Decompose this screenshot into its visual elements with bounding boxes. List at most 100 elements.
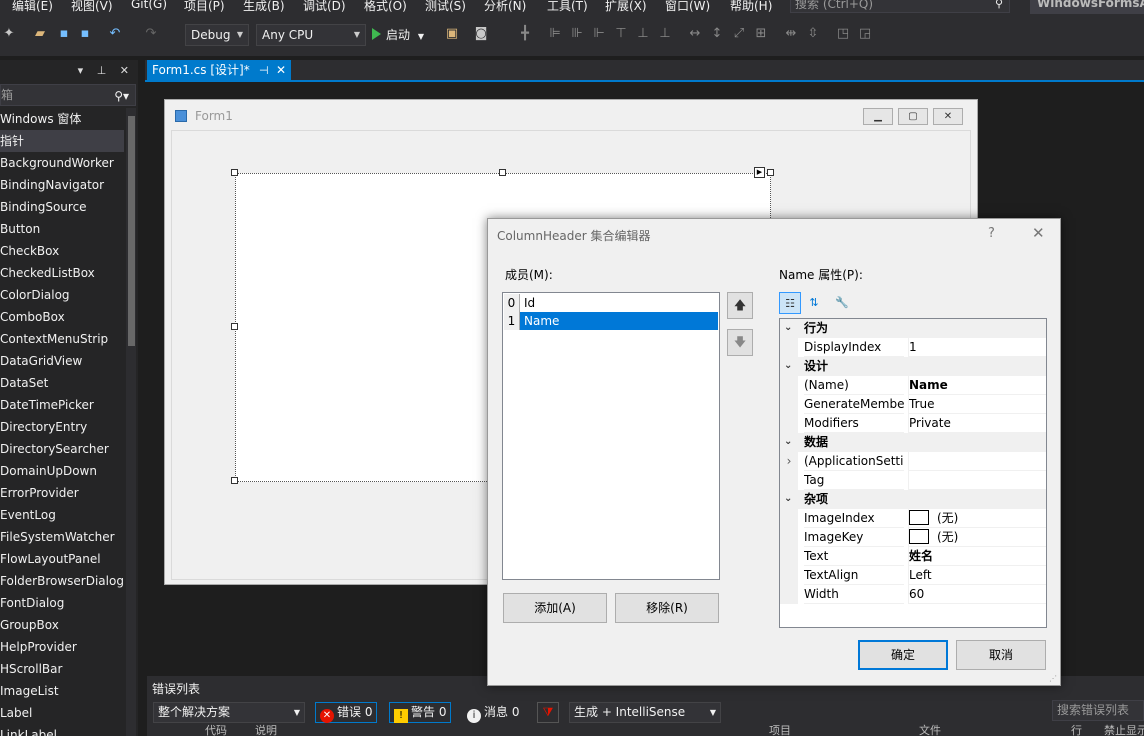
column-header[interactable]: 禁止显示状态 — [1104, 722, 1144, 736]
column-header[interactable]: 代码 — [205, 722, 227, 736]
save-all-icon[interactable]: ▪ — [76, 25, 94, 43]
property-row[interactable]: ImageKey (无) — [780, 528, 1046, 547]
toolbox-item[interactable]: CheckBox — [0, 240, 124, 262]
menu-analyze[interactable]: 分析(N) — [484, 0, 526, 14]
ok-button[interactable]: 确定 — [858, 640, 948, 670]
dialog-close-button[interactable]: ✕ — [1032, 224, 1045, 242]
toolbox-item[interactable]: FileSystemWatcher — [0, 526, 124, 548]
property-value[interactable]: (无) — [908, 528, 1046, 547]
error-search-input[interactable]: 搜索错误列表 — [1052, 700, 1144, 721]
toolbox-item[interactable]: DirectoryEntry — [0, 416, 124, 438]
toolbox-item[interactable]: FolderBrowserDialog — [0, 570, 124, 592]
redo-icon[interactable]: ↷ — [142, 25, 160, 43]
align-bottom-icon[interactable]: ⊥ — [656, 25, 674, 43]
save-icon[interactable]: ▪ — [55, 25, 73, 43]
same-height-icon[interactable]: ↕ — [708, 25, 726, 43]
toolbox-item[interactable]: FontDialog — [0, 592, 124, 614]
menu-edit[interactable]: 编辑(E) — [12, 0, 53, 14]
resize-handle[interactable] — [231, 323, 238, 330]
toolbox-item[interactable]: BackgroundWorker — [0, 152, 124, 174]
column-header[interactable]: 文件 — [919, 722, 941, 736]
toolbox-item[interactable]: HScrollBar — [0, 658, 124, 680]
toolbox-item[interactable]: DateTimePicker — [0, 394, 124, 416]
menu-help[interactable]: 帮助(H) — [730, 0, 772, 14]
property-row[interactable]: Text 姓名 — [780, 547, 1046, 566]
toolbox-item[interactable]: ErrorProvider — [0, 482, 124, 504]
menu-project[interactable]: 项目(P) — [184, 0, 225, 14]
toolbox-item[interactable]: DirectorySearcher — [0, 438, 124, 460]
browse-icon[interactable]: ▣ — [443, 25, 461, 43]
toolbox-item[interactable]: CheckedListBox — [0, 262, 124, 284]
property-row[interactable]: (Name) Name — [780, 376, 1046, 395]
property-value[interactable]: Name — [908, 376, 1046, 395]
build-filter-select[interactable]: 生成 + IntelliSense ▼ — [569, 702, 721, 723]
property-row[interactable]: ImageIndex (无) — [780, 509, 1046, 528]
list-item[interactable]: 1 Name — [504, 312, 718, 330]
property-category[interactable]: ⌄ 设计 — [780, 357, 1046, 376]
categorized-icon[interactable]: ☷ — [779, 292, 801, 314]
toolbox-item[interactable]: BindingSource — [0, 196, 124, 218]
property-row[interactable]: › (ApplicationSettings) — [780, 452, 1046, 471]
cancel-button[interactable]: 取消 — [956, 640, 1046, 670]
toolbox-category[interactable]: Windows 窗体 — [0, 108, 124, 130]
property-row[interactable]: Width 60 — [780, 585, 1046, 604]
list-item[interactable]: 0 Id — [504, 294, 718, 312]
errors-filter-button[interactable]: ✕ 错误 0 — [315, 702, 378, 723]
bring-front-icon[interactable]: ◳ — [834, 25, 852, 43]
property-value[interactable]: 60 — [908, 585, 1046, 604]
toolbox-item[interactable]: DataGridView — [0, 350, 124, 372]
alphabetical-icon[interactable]: ⇅ — [803, 292, 825, 314]
align-left-icon[interactable]: ⊫ — [546, 25, 564, 43]
menu-build[interactable]: 生成(B) — [243, 0, 285, 14]
toolbox-item[interactable]: Label — [0, 702, 124, 724]
toolbox-item[interactable]: DataSet — [0, 372, 124, 394]
resize-handle[interactable] — [231, 477, 238, 484]
align-middle-icon[interactable]: ⊥ — [634, 25, 652, 43]
resize-handle[interactable] — [499, 169, 506, 176]
quick-search-input[interactable]: 搜索 (Ctrl+Q) ⚲ — [790, 0, 1010, 13]
smart-tag-icon[interactable]: ▶ — [754, 167, 765, 178]
menu-view[interactable]: 视图(V) — [71, 0, 113, 14]
chevron-down-icon[interactable]: ⌄ — [784, 490, 796, 508]
start-button[interactable]: 启动 ▼ — [372, 26, 424, 43]
column-header[interactable]: 行 — [1071, 722, 1082, 736]
resize-handle[interactable] — [767, 169, 774, 176]
members-list[interactable]: 0 Id 1 Name — [502, 292, 720, 580]
property-row[interactable]: Modifiers Private — [780, 414, 1046, 433]
toolbox-item[interactable]: ContextMenuStrip — [0, 328, 124, 350]
resize-handle[interactable] — [231, 169, 238, 176]
view-icon[interactable]: ◙ — [472, 25, 490, 43]
property-value[interactable] — [908, 452, 1046, 471]
menu-debug[interactable]: 调试(D) — [303, 0, 346, 14]
menu-git[interactable]: Git(G) — [131, 0, 167, 11]
menu-tools[interactable]: 工具(T) — [547, 0, 588, 14]
property-value[interactable] — [908, 471, 1046, 490]
same-size-icon[interactable]: ⤢ — [730, 25, 748, 43]
menu-window[interactable]: 窗口(W) — [665, 0, 710, 14]
chevron-right-icon[interactable]: › — [780, 452, 798, 471]
vspace-icon[interactable]: ⇳ — [804, 25, 822, 43]
property-category[interactable]: ⌄ 数据 — [780, 433, 1046, 452]
same-width-icon[interactable]: ↔ — [686, 25, 704, 43]
config-select[interactable]: Debug ▼ — [185, 24, 249, 46]
toolbox-item[interactable]: BindingNavigator — [0, 174, 124, 196]
property-grid[interactable]: ⌄ 行为 DisplayIndex 1 ⌄ 设计 (Name) Name GenerateMem… — [779, 318, 1047, 628]
remove-button[interactable]: 移除(R) — [615, 593, 719, 623]
toolbox-item[interactable]: EventLog — [0, 504, 124, 526]
send-back-icon[interactable]: ◲ — [856, 25, 874, 43]
align-grid-icon[interactable]: ╋ — [516, 25, 534, 43]
move-down-button[interactable]: 🡇 — [727, 329, 753, 356]
toolbox-item[interactable]: DomainUpDown — [0, 460, 124, 482]
hspace-icon[interactable]: ⇹ — [782, 25, 800, 43]
menu-format[interactable]: 格式(O) — [364, 0, 407, 14]
chevron-down-icon[interactable]: ⌄ — [784, 433, 796, 451]
open-folder-icon[interactable]: ▰ — [31, 25, 49, 43]
property-category[interactable]: ⌄ 杂项 — [780, 490, 1046, 509]
platform-select[interactable]: Any CPU ▼ — [256, 24, 366, 46]
undo-icon[interactable]: ↶ — [106, 25, 124, 43]
toolbox-item[interactable]: Button — [0, 218, 124, 240]
toolbox-item[interactable]: ComboBox — [0, 306, 124, 328]
toolbox-item[interactable]: HelpProvider — [0, 636, 124, 658]
help-button[interactable]: ? — [988, 226, 995, 241]
property-value[interactable]: Left — [908, 566, 1046, 585]
